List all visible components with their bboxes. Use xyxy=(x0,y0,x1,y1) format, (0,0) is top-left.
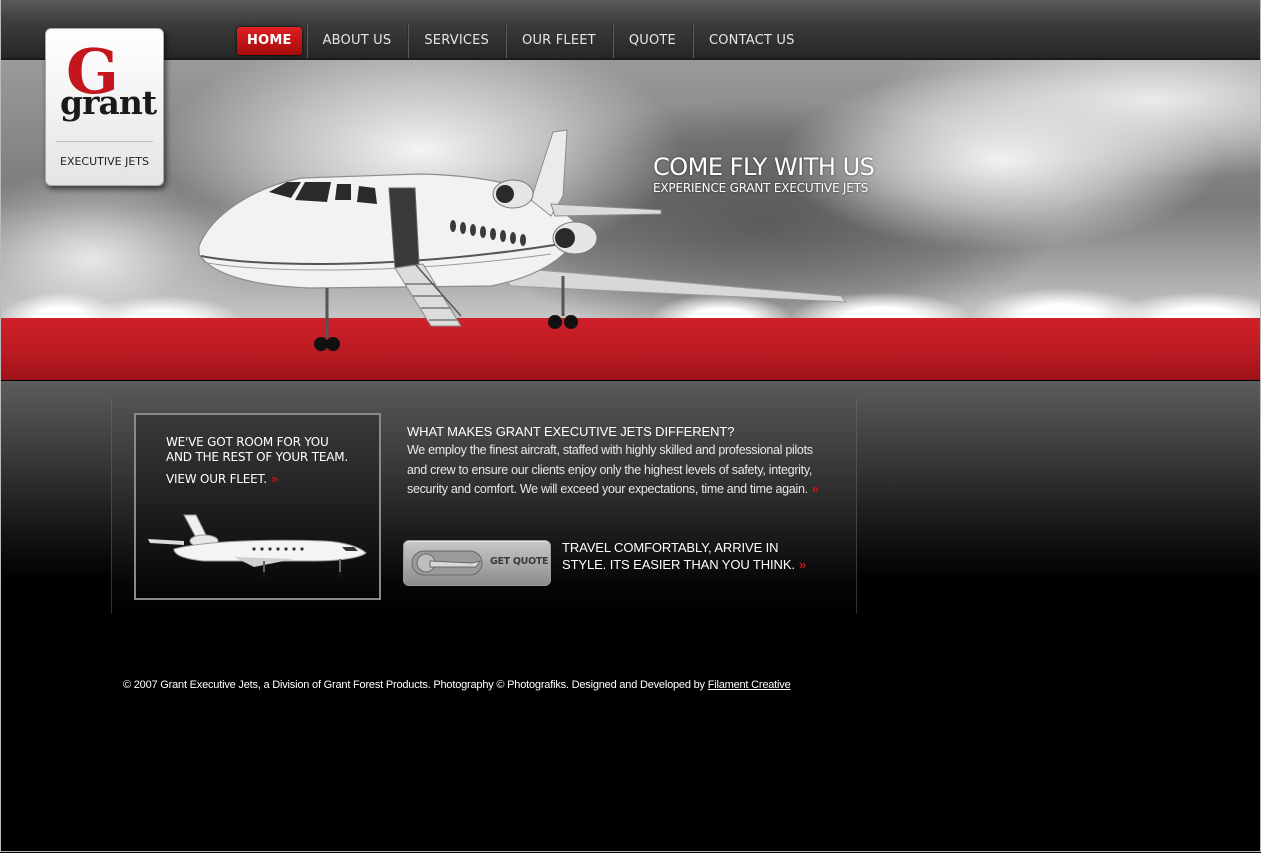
nav-contact-us[interactable]: CONTACT US xyxy=(691,24,811,58)
footer-designer-link[interactable]: Filament Creative xyxy=(708,679,791,691)
logo-divider xyxy=(56,141,153,142)
top-nav-bar: HOME ABOUT US SERVICES OUR FLEET QUOTE C… xyxy=(1,0,1260,60)
get-quote-button[interactable]: GET QUOTE xyxy=(403,540,551,586)
view-fleet-label[interactable]: VIEW OUR FLEET. xyxy=(166,472,267,486)
fleet-jet-image xyxy=(148,514,367,578)
page: HOME ABOUT US SERVICES OUR FLEET QUOTE C… xyxy=(0,0,1261,852)
main-nav: HOME ABOUT US SERVICES OUR FLEET QUOTE C… xyxy=(233,24,811,58)
grant-logo[interactable]: G grant EXECUTIVE JETS xyxy=(45,28,164,186)
promo-text: WE'VE GOT ROOM FOR YOU AND THE REST OF Y… xyxy=(166,435,348,465)
hero-headline: COME FLY WITH US xyxy=(653,153,875,181)
nav-quote[interactable]: QUOTE xyxy=(611,24,692,58)
nav-home-label[interactable]: HOME xyxy=(237,27,302,55)
logo-tagline: EXECUTIVE JETS xyxy=(60,155,149,168)
promo-line-2: AND THE REST OF YOUR TEAM. xyxy=(166,450,348,464)
about-body-text: We employ the finest aircraft, staffed w… xyxy=(407,443,813,496)
chevron-right-icon[interactable]: » xyxy=(812,482,819,496)
quote-tagline-text: TRAVEL COMFORTABLY, ARRIVE IN STYLE. ITS… xyxy=(562,540,795,572)
hero-banner: COME FLY WITH US EXPERIENCE GRANT EXECUT… xyxy=(1,60,1260,380)
about-body: We employ the finest aircraft, staffed w… xyxy=(407,441,827,500)
fleet-promo-box[interactable]: WE'VE GOT ROOM FOR YOU AND THE REST OF Y… xyxy=(134,413,381,600)
nav-home[interactable]: HOME xyxy=(233,24,306,58)
about-title: WHAT MAKES GRANT EXECUTIVE JETS DIFFEREN… xyxy=(407,424,735,439)
view-fleet-link[interactable]: VIEW OUR FLEET.» xyxy=(166,472,279,486)
chevron-right-icon[interactable]: » xyxy=(799,557,806,572)
promo-line-1: WE'VE GOT ROOM FOR YOU xyxy=(166,435,329,449)
nav-services[interactable]: SERVICES xyxy=(407,24,505,58)
logo-wordmark: grant xyxy=(60,83,157,122)
footer-copyright: © 2007 Grant Executive Jets, a Division … xyxy=(123,679,705,691)
nav-our-fleet[interactable]: OUR FLEET xyxy=(505,24,612,58)
get-quote-label[interactable]: GET QUOTE xyxy=(490,556,549,567)
hero-subheadline: EXPERIENCE GRANT EXECUTIVE JETS xyxy=(653,181,869,195)
footer: © 2007 Grant Executive Jets, a Division … xyxy=(123,679,791,691)
key-icon xyxy=(411,550,483,576)
nav-about-us[interactable]: ABOUT US xyxy=(305,24,408,58)
chevron-right-icon: » xyxy=(270,472,279,486)
quote-tagline: TRAVEL COMFORTABLY, ARRIVE IN STYLE. ITS… xyxy=(562,540,812,573)
